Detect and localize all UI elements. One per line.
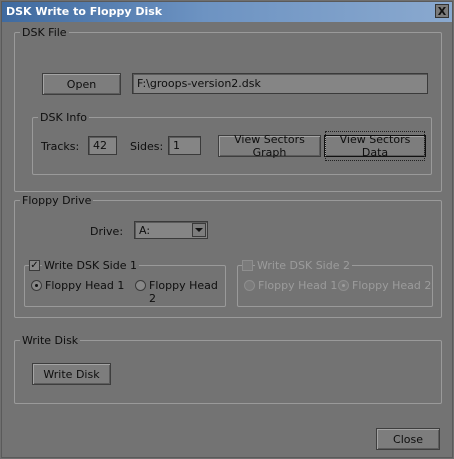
dialog-window: DSK Write to Floppy Disk X DSK File Open… — [1, 1, 453, 458]
dsk-file-group: DSK File Open F:\groops-version2.dsk DSK… — [14, 26, 442, 192]
side2-head1-radio[interactable] — [244, 280, 255, 291]
sides-label: Sides: — [130, 140, 164, 153]
dsk-path-field[interactable]: F:\groops-version2.dsk — [132, 73, 428, 94]
sides-field[interactable]: 1 — [168, 136, 201, 155]
drive-select-value: A: — [139, 223, 151, 237]
title-bar[interactable]: DSK Write to Floppy Disk X — [2, 2, 452, 22]
drive-select[interactable]: A: — [134, 221, 208, 239]
side1-head1-radio[interactable] — [31, 280, 42, 291]
close-button[interactable]: Close — [376, 428, 440, 450]
tracks-field[interactable]: 42 — [88, 136, 117, 155]
side1-head2-label[interactable]: Floppy Head 2 — [149, 279, 225, 305]
chevron-down-icon[interactable] — [192, 223, 206, 237]
view-sectors-data-label: View Sectors Data — [325, 131, 425, 161]
floppy-drive-group-title: Floppy Drive — [20, 194, 94, 207]
side2-head2-label[interactable]: Floppy Head 2 — [352, 279, 431, 292]
write-disk-group-title: Write Disk — [20, 334, 81, 347]
radio-selected-dot — [342, 284, 345, 287]
view-sectors-data-button[interactable]: View Sectors Data — [324, 131, 426, 161]
write-side2-checkbox[interactable] — [242, 260, 253, 271]
write-side1-group: ✓ Write DSK Side 1 Floppy Head 1 Floppy … — [24, 259, 226, 307]
drive-label: Drive: — [90, 225, 124, 238]
view-sectors-graph-button[interactable]: View Sectors Graph — [218, 133, 321, 159]
floppy-drive-group: Floppy Drive Drive: A: ✓ Write DSK Side … — [14, 194, 442, 318]
radio-selected-dot — [35, 284, 38, 287]
window-title: DSK Write to Floppy Disk — [6, 5, 163, 18]
write-side1-label[interactable]: Write DSK Side 1 — [42, 259, 139, 272]
side1-head2-radio[interactable] — [135, 280, 146, 291]
write-side2-label[interactable]: Write DSK Side 2 — [255, 259, 352, 272]
dsk-info-group: DSK Info Tracks: 42 Sides: 1 View Sector… — [32, 111, 432, 175]
write-disk-button[interactable]: Write Disk — [32, 363, 111, 385]
write-side1-checkbox[interactable]: ✓ — [29, 260, 40, 271]
side1-head1-label[interactable]: Floppy Head 1 — [45, 279, 124, 292]
close-icon[interactable]: X — [435, 4, 449, 18]
write-side2-group: Write DSK Side 2 Floppy Head 1 Floppy He… — [237, 259, 433, 307]
side2-head1-label[interactable]: Floppy Head 1 — [258, 279, 337, 292]
side2-head2-radio[interactable] — [338, 280, 349, 291]
write-disk-group: Write Disk Write Disk — [14, 334, 442, 404]
tracks-label: Tracks: — [41, 140, 80, 153]
dsk-info-group-title: DSK Info — [38, 111, 89, 124]
dsk-file-group-title: DSK File — [20, 26, 69, 39]
open-button[interactable]: Open — [42, 73, 121, 95]
